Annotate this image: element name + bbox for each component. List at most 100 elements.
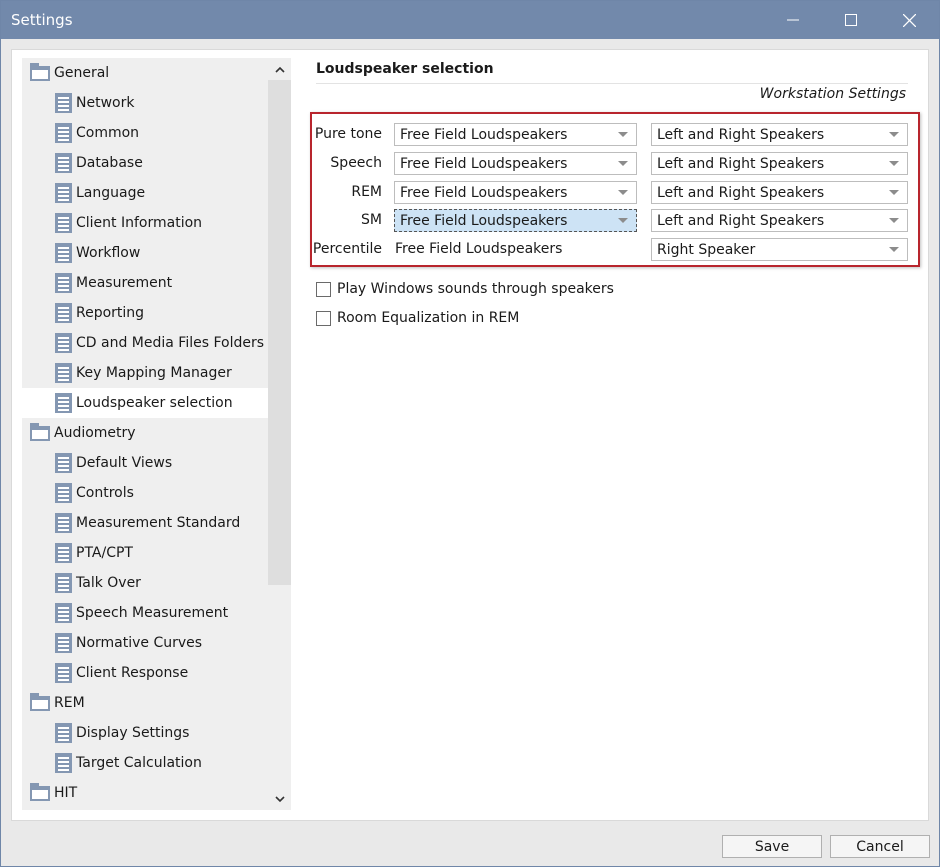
tree-item-display-settings[interactable]: Display Settings — [22, 718, 268, 748]
tree-scrollbar[interactable] — [268, 58, 291, 810]
percentile-speakers-select[interactable]: Right Speaker — [651, 238, 908, 261]
select-value: Right Speaker — [657, 241, 756, 258]
cancel-button[interactable]: Cancel — [830, 835, 930, 858]
tree-item-talk-over[interactable]: Talk Over — [22, 568, 268, 598]
document-icon — [55, 123, 72, 143]
tree-item-audiometry[interactable]: Audiometry — [22, 418, 268, 448]
tree-item-key-mapping-manager[interactable]: Key Mapping Manager — [22, 358, 268, 388]
tree-item-general[interactable]: General — [22, 58, 268, 88]
document-icon — [55, 723, 72, 743]
pure-tone-speakers-select[interactable]: Left and Right Speakers — [651, 123, 908, 146]
play-windows-sounds-option[interactable]: Play Windows sounds through speakers — [316, 281, 614, 297]
title-bar[interactable]: Settings — [1, 1, 939, 39]
tree-item-label: Measurement Standard — [76, 515, 241, 531]
settings-window: Settings General Network Common Database Lan… — [0, 0, 940, 867]
dropdown-arrow-icon — [889, 247, 899, 252]
select-value: Free Field Loudspeakers — [400, 126, 568, 143]
tree-item-label: CD and Media Files Folders — [76, 335, 265, 351]
title-divider — [316, 83, 908, 84]
save-button[interactable]: Save — [722, 835, 822, 858]
tree-item-speech-measurement[interactable]: Speech Measurement — [22, 598, 268, 628]
tree-item-target-calculation[interactable]: Target Calculation — [22, 748, 268, 778]
tree-item-database[interactable]: Database — [22, 148, 268, 178]
pure-tone-device-select[interactable]: Free Field Loudspeakers — [394, 123, 637, 146]
rem-device-select[interactable]: Free Field Loudspeakers — [394, 181, 637, 204]
dropdown-arrow-icon — [618, 132, 628, 137]
minimize-icon — [787, 19, 799, 21]
tree-item-measurement[interactable]: Measurement — [22, 268, 268, 298]
scroll-thumb[interactable] — [268, 80, 291, 585]
document-icon — [55, 243, 72, 263]
document-icon — [55, 183, 72, 203]
tree-item-network[interactable]: Network — [22, 88, 268, 118]
row-label-speech: Speech — [330, 155, 382, 171]
close-button[interactable] — [880, 1, 938, 39]
tree-item-label: Client Response — [76, 665, 189, 681]
close-icon — [902, 13, 916, 27]
tree-item-hit[interactable]: HIT — [22, 778, 268, 808]
maximize-icon — [845, 14, 857, 26]
tree-item-label: Audiometry — [54, 425, 136, 441]
tree-item-language[interactable]: Language — [22, 178, 268, 208]
tree-item-label: Network — [76, 95, 135, 111]
document-icon — [55, 93, 72, 113]
tree-item-loudspeaker-selection[interactable]: Loudspeaker selection — [22, 388, 268, 418]
speech-device-select[interactable]: Free Field Loudspeakers — [394, 152, 637, 175]
document-icon — [55, 633, 72, 653]
document-icon — [55, 483, 72, 503]
document-icon — [55, 543, 72, 563]
sm-speakers-select[interactable]: Left and Right Speakers — [651, 209, 908, 232]
maximize-button[interactable] — [822, 1, 880, 39]
tree-item-client-response[interactable]: Client Response — [22, 658, 268, 688]
dropdown-arrow-icon — [889, 190, 899, 195]
tree-item-normative-curves[interactable]: Normative Curves — [22, 628, 268, 658]
room-equalization-option[interactable]: Room Equalization in REM — [316, 310, 519, 326]
select-value: Free Field Loudspeakers — [400, 155, 568, 172]
tree-item-common[interactable]: Common — [22, 118, 268, 148]
tree-item-label: Default Views — [76, 455, 173, 471]
tree-item-label: Common — [76, 125, 140, 141]
tree-item-workflow[interactable]: Workflow — [22, 238, 268, 268]
folder-icon — [30, 422, 50, 441]
dropdown-arrow-icon — [618, 161, 628, 166]
dropdown-arrow-icon — [618, 218, 628, 223]
play-windows-sounds-checkbox[interactable] — [316, 281, 331, 297]
tree-item-measurement-standard[interactable]: Measurement Standard — [22, 508, 268, 538]
tree-item-rem[interactable]: REM — [22, 688, 268, 718]
chevron-down-icon — [274, 795, 285, 802]
tree-item-label: REM — [54, 695, 85, 711]
tree-item-label: Database — [76, 155, 143, 171]
tree-item-client-information[interactable]: Client Information — [22, 208, 268, 238]
document-icon — [55, 753, 72, 773]
tree-item-label: Client Information — [76, 215, 203, 231]
row-label-pure-tone: Pure tone — [314, 126, 382, 142]
tree-item-label: Controls — [76, 485, 134, 501]
scroll-up-button[interactable] — [268, 58, 291, 80]
document-icon — [55, 513, 72, 533]
document-icon — [55, 333, 72, 353]
scroll-down-button[interactable] — [268, 788, 291, 810]
dropdown-arrow-icon — [889, 161, 899, 166]
document-icon — [55, 363, 72, 383]
tree-item-label: Display Settings — [76, 725, 190, 741]
checkbox-label: Room Equalization in REM — [337, 310, 520, 326]
tree-item-label: Loudspeaker selection — [76, 395, 233, 411]
tree-item-label: Talk Over — [76, 575, 141, 591]
document-icon — [55, 573, 72, 593]
speech-speakers-select[interactable]: Left and Right Speakers — [651, 152, 908, 175]
minimize-button[interactable] — [764, 1, 822, 39]
tree-item-cd-and-media-files-folders[interactable]: CD and Media Files Folders — [22, 328, 268, 358]
sm-device-select[interactable]: Free Field Loudspeakers — [394, 209, 637, 232]
tree-item-label: Target Calculation — [76, 755, 202, 771]
document-icon — [55, 663, 72, 683]
tree-item-label: General — [54, 65, 110, 81]
page-title: Loudspeaker selection — [316, 61, 494, 77]
room-equalization-checkbox[interactable] — [316, 310, 331, 326]
tree-item-controls[interactable]: Controls — [22, 478, 268, 508]
tree-item-reporting[interactable]: Reporting — [22, 298, 268, 328]
tree-item-default-views[interactable]: Default Views — [22, 448, 268, 478]
folder-icon — [30, 692, 50, 711]
chevron-up-icon — [274, 66, 285, 73]
rem-speakers-select[interactable]: Left and Right Speakers — [651, 181, 908, 204]
tree-item-pta-cpt[interactable]: PTA/CPT — [22, 538, 268, 568]
